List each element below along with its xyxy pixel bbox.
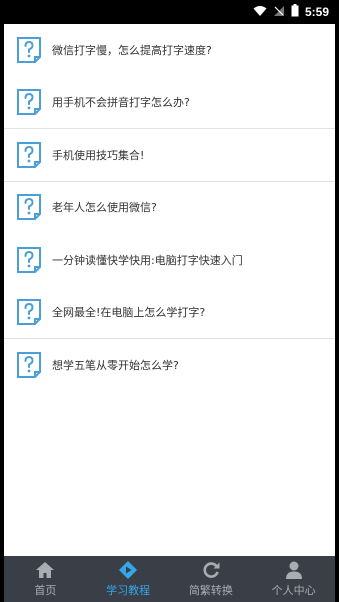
person-icon [284, 560, 304, 580]
status-bar: 5:59 [0, 0, 339, 24]
question-doc-icon [16, 298, 42, 326]
no-signal-icon [273, 5, 285, 20]
article-title: 想学五笔从零开始怎么学? [52, 359, 179, 373]
refresh-icon [201, 560, 221, 580]
tutorial-icon [118, 560, 138, 580]
tab-label: 简繁转换 [188, 584, 233, 597]
list-item[interactable]: 一分钟读懂快学快用:电脑打字快速入门 [4, 234, 335, 287]
article-title: 手机使用技巧集合! [52, 148, 145, 162]
battery-icon [291, 4, 299, 20]
article-list: 微信打字慢，怎么提高打字速度? 用手机不会拼音打字怎么办? 手机使用技巧集合! … [4, 24, 335, 392]
home-icon [35, 560, 55, 580]
question-doc-icon [16, 88, 42, 116]
tab-home[interactable]: 首页 [4, 556, 87, 602]
article-title: 一分钟读懂快学快用:电脑打字快速入门 [52, 253, 243, 267]
tab-label: 首页 [34, 584, 57, 597]
article-title: 微信打字慢，怎么提高打字速度? [52, 43, 212, 57]
question-doc-icon [16, 246, 42, 274]
list-item[interactable]: 用手机不会拼音打字怎么办? [4, 77, 335, 129]
question-doc-icon [16, 36, 42, 64]
tab-convert[interactable]: 简繁转换 [170, 556, 253, 602]
question-doc-icon [16, 193, 42, 221]
list-item[interactable]: 手机使用技巧集合! [4, 129, 335, 182]
status-time: 5:59 [304, 5, 329, 19]
tab-tutorial[interactable]: 学习教程 [87, 556, 170, 602]
question-doc-icon [16, 351, 42, 379]
tab-label: 学习教程 [106, 584, 151, 597]
article-list-panel: 微信打字慢，怎么提高打字速度? 用手机不会拼音打字怎么办? 手机使用技巧集合! … [4, 24, 335, 556]
article-title: 用手机不会拼音打字怎么办? [52, 96, 190, 110]
tab-label: 个人中心 [271, 584, 316, 597]
bottom-tab-bar: 首页 学习教程 简繁转换 个人中心 [0, 556, 339, 602]
list-item[interactable]: 老年人怎么使用微信? [4, 182, 335, 235]
tab-profile[interactable]: 个人中心 [252, 556, 335, 602]
list-item[interactable]: 微信打字慢，怎么提高打字速度? [4, 24, 335, 77]
question-doc-icon [16, 141, 42, 169]
article-title: 老年人怎么使用微信? [52, 201, 157, 215]
article-title: 全网最全!在电脑上怎么学打字? [52, 306, 206, 320]
wifi-icon [253, 5, 267, 20]
list-item[interactable]: 想学五笔从零开始怎么学? [4, 339, 335, 392]
list-item[interactable]: 全网最全!在电脑上怎么学打字? [4, 287, 335, 339]
